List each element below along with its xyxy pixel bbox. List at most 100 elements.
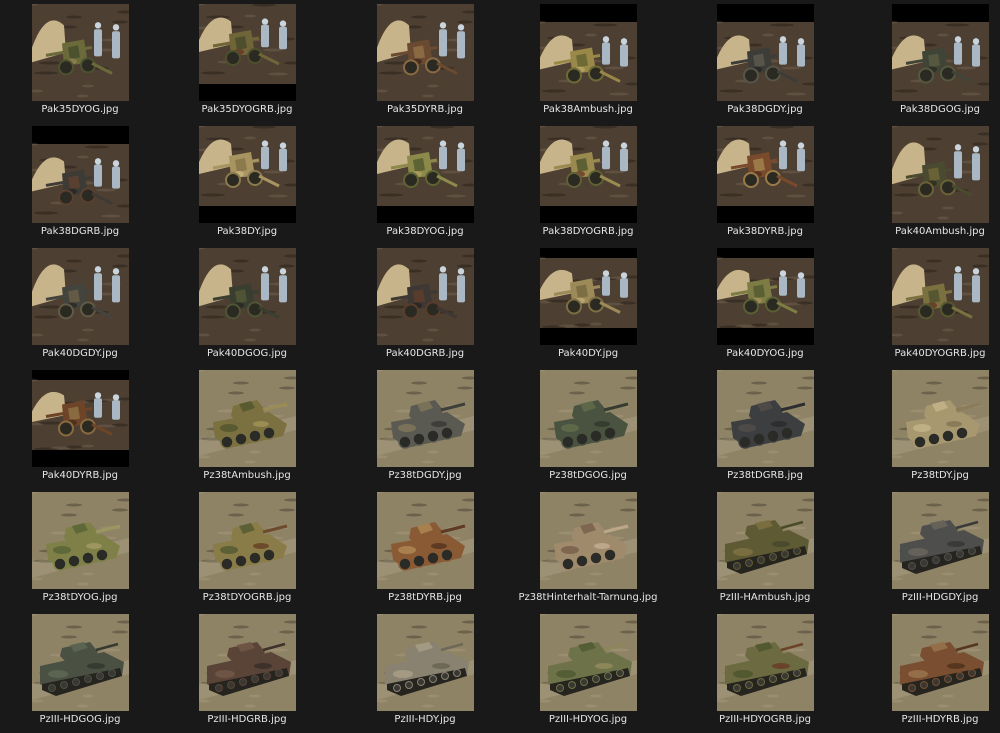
file-thumbnail-image[interactable] xyxy=(377,4,474,101)
file-thumbnail-image[interactable] xyxy=(892,126,989,223)
file-thumbnail-image[interactable] xyxy=(199,248,296,345)
file-item[interactable]: Pak38Ambush.jpg xyxy=(508,0,668,118)
file-name-label: Pz38tDYOGRB.jpg xyxy=(202,592,292,603)
file-item[interactable]: Pak40DYOG.jpg xyxy=(685,244,845,362)
file-name-label: Pz38tDGOG.jpg xyxy=(549,470,627,481)
file-item[interactable]: Pak38DYOGRB.jpg xyxy=(508,122,668,240)
file-thumbnail-image[interactable] xyxy=(540,492,637,589)
file-thumbnail-image[interactable] xyxy=(892,4,989,101)
file-item[interactable]: Pak40DGRB.jpg xyxy=(345,244,505,362)
file-thumbnail-image[interactable] xyxy=(892,492,989,589)
file-name-label: Pak40Ambush.jpg xyxy=(895,226,985,237)
file-thumbnail-image[interactable] xyxy=(540,4,637,101)
file-name-label: Pak40DYOGRB.jpg xyxy=(894,348,986,359)
file-name-label: Pak38DY.jpg xyxy=(216,226,278,237)
file-name-label: Pak40DYOG.jpg xyxy=(726,348,804,359)
file-name-label: Pak40DYRB.jpg xyxy=(42,470,118,481)
file-name-label: Pak38DYOG.jpg xyxy=(386,226,464,237)
file-thumbnail-image[interactable] xyxy=(377,614,474,711)
file-name-label: Pak40DGOG.jpg xyxy=(207,348,287,359)
file-item[interactable]: Pz38tDYOGRB.jpg xyxy=(167,488,327,606)
file-item[interactable]: Pak38DGDY.jpg xyxy=(685,0,845,118)
file-thumbnail-image[interactable] xyxy=(540,370,637,467)
file-item[interactable]: PzIII-HDYOG.jpg xyxy=(508,610,668,728)
file-item[interactable]: Pak40DGOG.jpg xyxy=(167,244,327,362)
file-item[interactable]: Pak38DGRB.jpg xyxy=(0,122,160,240)
file-item[interactable]: Pak40Ambush.jpg xyxy=(860,122,1000,240)
file-item[interactable]: Pz38tDYRB.jpg xyxy=(345,488,505,606)
file-name-label: Pz38tAmbush.jpg xyxy=(203,470,291,481)
file-name-label: Pak38DGOG.jpg xyxy=(900,104,980,115)
file-item[interactable]: PzIII-HDGDY.jpg xyxy=(860,488,1000,606)
file-name-label: Pak40DY.jpg xyxy=(557,348,619,359)
file-name-label: Pak40DGRB.jpg xyxy=(385,348,465,359)
file-item[interactable]: PzIII-HDGOG.jpg xyxy=(0,610,160,728)
file-item[interactable]: PzIII-HDYOGRB.jpg xyxy=(685,610,845,728)
file-thumbnail-image[interactable] xyxy=(32,126,129,223)
file-item[interactable]: Pak35DYOG.jpg xyxy=(0,0,160,118)
file-thumbnail-image[interactable] xyxy=(717,492,814,589)
file-thumbnail-image[interactable] xyxy=(540,126,637,223)
file-item[interactable]: Pz38tDGOG.jpg xyxy=(508,366,668,484)
file-name-label: PzIII-HDYRB.jpg xyxy=(901,714,979,725)
file-thumbnail-image[interactable] xyxy=(32,370,129,467)
file-name-label: Pak38DYRB.jpg xyxy=(727,226,803,237)
file-name-label: Pak35DYRB.jpg xyxy=(387,104,463,115)
file-thumbnail-image[interactable] xyxy=(377,370,474,467)
file-item[interactable]: Pak35DYRB.jpg xyxy=(345,0,505,118)
file-item[interactable]: Pak35DYOGRB.jpg xyxy=(167,0,327,118)
file-item[interactable]: Pak38DYOG.jpg xyxy=(345,122,505,240)
file-thumbnail-image[interactable] xyxy=(892,614,989,711)
file-item[interactable]: Pz38tDGDY.jpg xyxy=(345,366,505,484)
file-name-label: Pak38DYOGRB.jpg xyxy=(542,226,634,237)
file-item[interactable]: Pak40DGDY.jpg xyxy=(0,244,160,362)
file-name-label: PzIII-HDGRB.jpg xyxy=(207,714,287,725)
file-item[interactable]: Pak38DY.jpg xyxy=(167,122,327,240)
file-thumbnail-image[interactable] xyxy=(199,492,296,589)
file-item[interactable]: Pz38tHinterhalt-Tarnung.jpg xyxy=(508,488,668,606)
file-thumbnail-image[interactable] xyxy=(199,614,296,711)
file-item[interactable]: PzIII-HDY.jpg xyxy=(345,610,505,728)
file-item[interactable]: Pz38tDGRB.jpg xyxy=(685,366,845,484)
file-thumbnail-image[interactable] xyxy=(32,4,129,101)
file-name-label: PzIII-HDGOG.jpg xyxy=(39,714,121,725)
file-item[interactable]: PzIII-HDYRB.jpg xyxy=(860,610,1000,728)
file-thumbnail-image[interactable] xyxy=(32,492,129,589)
file-thumbnail-image[interactable] xyxy=(717,4,814,101)
file-item[interactable]: Pz38tDYOG.jpg xyxy=(0,488,160,606)
file-name-label: Pak38Ambush.jpg xyxy=(543,104,633,115)
file-thumbnail-image[interactable] xyxy=(540,248,637,345)
file-thumbnail-image[interactable] xyxy=(377,492,474,589)
file-thumbnail-grid: Pak35DYOG.jpg Pak35DYOGRB.jpg Pak35DYRB.jp… xyxy=(0,0,1000,733)
file-name-label: Pz38tHinterhalt-Tarnung.jpg xyxy=(518,592,658,603)
file-item[interactable]: PzIII-HDGRB.jpg xyxy=(167,610,327,728)
file-item[interactable]: Pz38tAmbush.jpg xyxy=(167,366,327,484)
file-thumbnail-image[interactable] xyxy=(892,248,989,345)
file-thumbnail-image[interactable] xyxy=(892,370,989,467)
file-item[interactable]: Pak38DGOG.jpg xyxy=(860,0,1000,118)
file-thumbnail-image[interactable] xyxy=(377,248,474,345)
file-item[interactable]: Pak38DYRB.jpg xyxy=(685,122,845,240)
file-item[interactable]: Pak40DYRB.jpg xyxy=(0,366,160,484)
file-name-label: Pz38tDYRB.jpg xyxy=(388,592,462,603)
file-thumbnail-image[interactable] xyxy=(377,126,474,223)
file-item[interactable]: PzIII-HAmbush.jpg xyxy=(685,488,845,606)
file-thumbnail-image[interactable] xyxy=(199,4,296,101)
file-name-label: Pak35DYOG.jpg xyxy=(41,104,119,115)
file-thumbnail-image[interactable] xyxy=(32,614,129,711)
file-item[interactable]: Pz38tDY.jpg xyxy=(860,366,1000,484)
file-name-label: Pz38tDGDY.jpg xyxy=(388,470,462,481)
file-name-label: Pz38tDYOG.jpg xyxy=(42,592,118,603)
file-thumbnail-image[interactable] xyxy=(717,126,814,223)
file-thumbnail-image[interactable] xyxy=(717,370,814,467)
file-name-label: Pak35DYOGRB.jpg xyxy=(201,104,293,115)
file-name-label: PzIII-HDY.jpg xyxy=(394,714,456,725)
file-thumbnail-image[interactable] xyxy=(199,370,296,467)
file-thumbnail-image[interactable] xyxy=(199,126,296,223)
file-thumbnail-image[interactable] xyxy=(540,614,637,711)
file-item[interactable]: Pak40DYOGRB.jpg xyxy=(860,244,1000,362)
file-thumbnail-image[interactable] xyxy=(717,614,814,711)
file-item[interactable]: Pak40DY.jpg xyxy=(508,244,668,362)
file-thumbnail-image[interactable] xyxy=(32,248,129,345)
file-thumbnail-image[interactable] xyxy=(717,248,814,345)
